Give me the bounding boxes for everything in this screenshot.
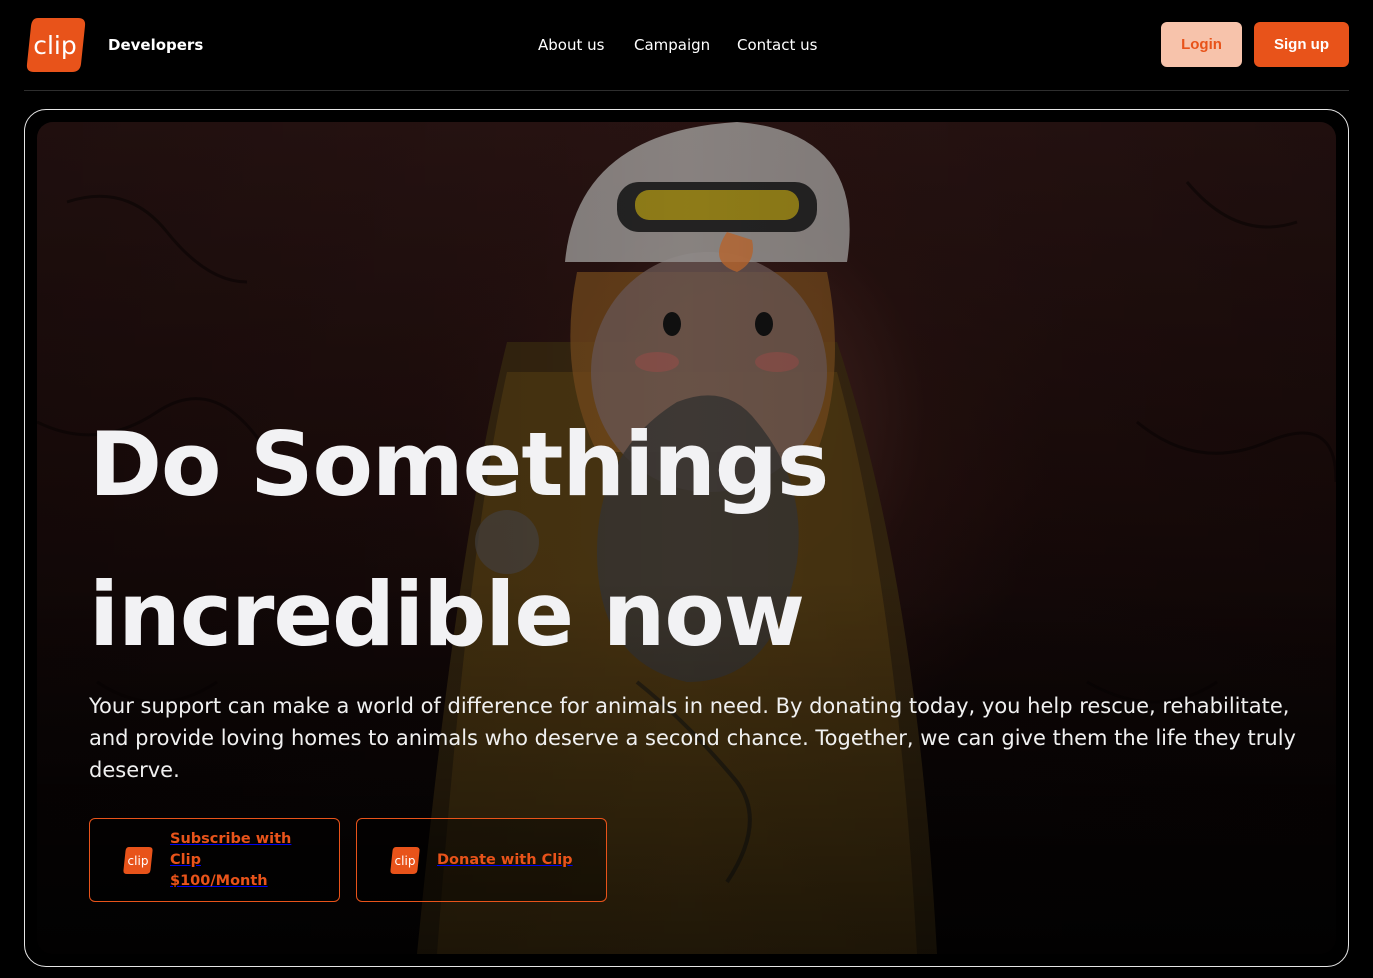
- hero-description: Your support can make a world of differe…: [89, 694, 1296, 782]
- login-button[interactable]: Login: [1161, 22, 1242, 67]
- nav-campaign[interactable]: Campaign: [634, 36, 710, 54]
- subscribe-button-label: Subscribe with Clip $100/Month: [170, 830, 292, 889]
- clip-logo-icon[interactable]: clip: [24, 12, 88, 76]
- clip-logo-icon: clip: [123, 847, 153, 874]
- signup-button[interactable]: Sign up: [1254, 22, 1349, 67]
- clip-logo-icon: clip: [390, 847, 420, 874]
- headline-line-2: incredible now: [89, 563, 805, 666]
- mini-logo-text: clip: [128, 854, 149, 868]
- donate-button-label: Donate with Clip: [437, 851, 573, 868]
- hero-card: Do Somethings incredible now Your suppor…: [24, 109, 1349, 967]
- logo-text: clip: [33, 31, 77, 60]
- nav-about-us[interactable]: About us: [538, 36, 604, 54]
- nav-contact-us[interactable]: Contact us: [737, 36, 817, 54]
- developers-link[interactable]: Developers: [108, 36, 203, 54]
- headline-line-1: Do Somethings: [89, 413, 829, 516]
- top-navigation-bar: clip Developers About us Campaign Contac…: [24, 0, 1349, 91]
- subscribe-with-clip-button[interactable]: clip Subscribe with Clip $100/Month: [89, 818, 340, 902]
- donate-with-clip-button[interactable]: clip Donate with Clip: [356, 818, 607, 902]
- hero-headline: Do Somethings incredible now: [89, 390, 989, 690]
- mini-logo-text: clip: [395, 854, 416, 868]
- hero-banner: Do Somethings incredible now Your suppor…: [37, 122, 1336, 954]
